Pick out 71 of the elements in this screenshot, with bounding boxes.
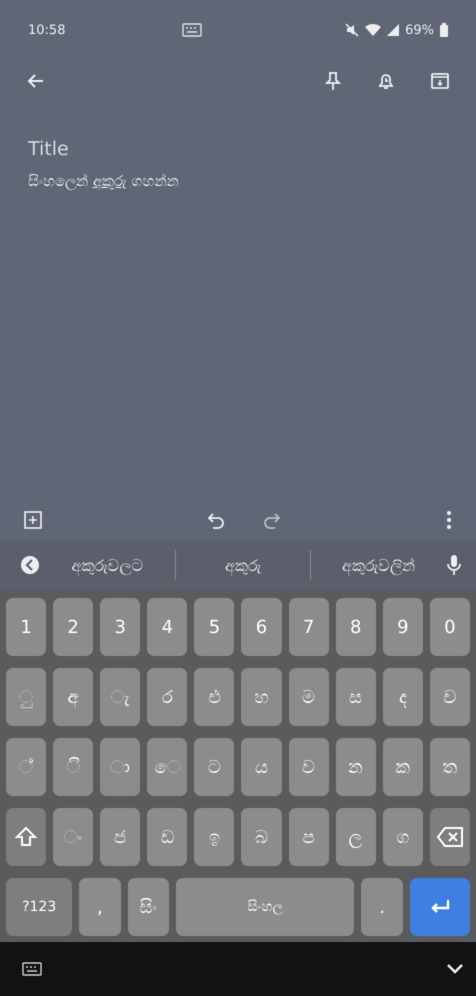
- suggestion-chip[interactable]: අකුරුවලට: [40, 556, 175, 574]
- key[interactable]: 6: [241, 598, 282, 656]
- mute-icon: [345, 23, 360, 37]
- battery-icon: [440, 23, 448, 37]
- key[interactable]: ස: [336, 668, 376, 726]
- key[interactable]: ෙ: [147, 738, 188, 796]
- key[interactable]: 7: [288, 598, 329, 656]
- key[interactable]: 8: [336, 598, 376, 656]
- key[interactable]: සිං: [128, 878, 170, 936]
- signal-icon: [387, 24, 400, 36]
- note-body-text[interactable]: සිංහලෙන් අකුරු ගහන්න: [28, 172, 448, 190]
- suggestion-chip[interactable]: අකුරුවලින්: [311, 556, 446, 574]
- battery-percent: 69%: [405, 22, 434, 38]
- key[interactable]: ම: [288, 668, 329, 726]
- key[interactable]: ි: [53, 738, 94, 796]
- key[interactable]: 4: [147, 598, 188, 656]
- key[interactable]: 3: [100, 598, 140, 656]
- space-key[interactable]: සිංහල: [176, 878, 354, 936]
- key[interactable]: හ: [241, 668, 282, 726]
- key[interactable]: ැ: [100, 668, 140, 726]
- backspace-key[interactable]: [430, 808, 470, 866]
- key[interactable]: ච: [430, 668, 470, 726]
- keyboard-icon[interactable]: [22, 962, 42, 976]
- key[interactable]: 5: [194, 598, 234, 656]
- backspace-icon: [436, 826, 464, 848]
- pin-icon[interactable]: [324, 71, 342, 91]
- undo-icon[interactable]: [206, 511, 226, 529]
- symbols-key[interactable]: ?123: [6, 878, 72, 936]
- key[interactable]: න: [336, 738, 376, 796]
- title-placeholder[interactable]: Title: [28, 138, 448, 160]
- enter-key[interactable]: [410, 878, 470, 936]
- key[interactable]: ග: [382, 808, 423, 866]
- shift-key[interactable]: [6, 808, 46, 866]
- key[interactable]: ඩ: [147, 808, 188, 866]
- key[interactable]: ා: [100, 738, 140, 796]
- key[interactable]: අ: [53, 668, 94, 726]
- key[interactable]: ු: [6, 668, 46, 726]
- key[interactable]: ප: [288, 808, 329, 866]
- key[interactable]: ජ: [100, 808, 140, 866]
- key[interactable]: ්: [6, 738, 46, 796]
- bell-icon[interactable]: [376, 71, 396, 91]
- shift-icon: [14, 825, 38, 849]
- key[interactable]: ං: [53, 808, 94, 866]
- key[interactable]: 0: [430, 598, 470, 656]
- key[interactable]: ල: [336, 808, 376, 866]
- key[interactable]: ඉ: [194, 808, 234, 866]
- key[interactable]: ත: [430, 738, 470, 796]
- key[interactable]: බ: [241, 808, 282, 866]
- add-box-icon[interactable]: [24, 511, 42, 529]
- key[interactable]: .: [361, 878, 403, 936]
- key[interactable]: 2: [53, 598, 94, 656]
- suggestion-chip[interactable]: අකුරු: [176, 556, 310, 574]
- key[interactable]: ට: [194, 738, 234, 796]
- redo-icon[interactable]: [262, 511, 282, 529]
- key[interactable]: එ: [194, 668, 234, 726]
- key[interactable]: ය: [241, 738, 282, 796]
- chevron-left-icon[interactable]: [20, 555, 40, 575]
- key[interactable]: ර: [147, 668, 188, 726]
- keyboard-icon: [182, 23, 202, 37]
- clock-time: 10:58: [28, 22, 66, 38]
- wifi-icon: [365, 23, 382, 37]
- hide-keyboard-icon[interactable]: [446, 963, 464, 975]
- key[interactable]: 9: [382, 598, 423, 656]
- more-options-icon[interactable]: [446, 510, 452, 530]
- microphone-icon[interactable]: [446, 554, 462, 576]
- key[interactable]: ව: [288, 738, 329, 796]
- key[interactable]: ක: [382, 738, 423, 796]
- key[interactable]: ,: [79, 878, 121, 936]
- archive-icon[interactable]: [430, 71, 450, 91]
- key[interactable]: 1: [6, 598, 46, 656]
- key[interactable]: ද: [382, 668, 423, 726]
